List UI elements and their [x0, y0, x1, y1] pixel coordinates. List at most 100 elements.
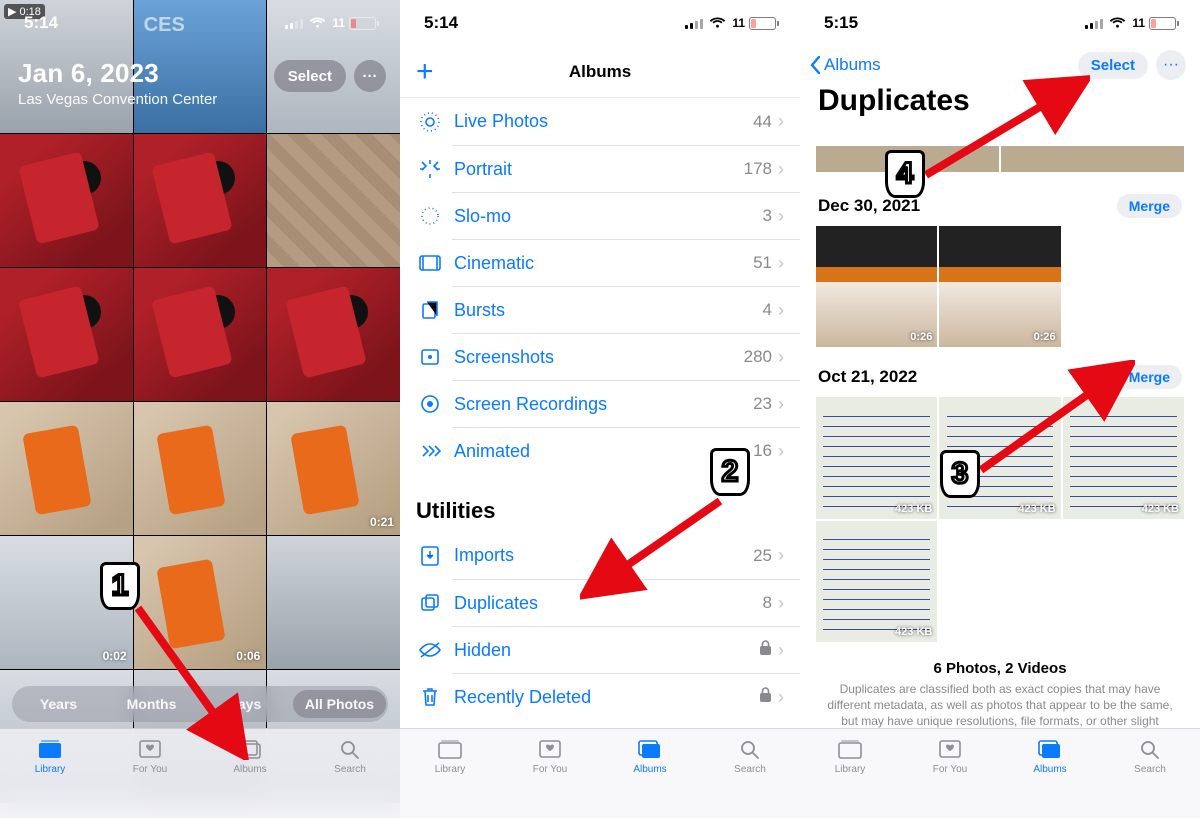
battery-percent: 11 [732, 16, 745, 30]
status-time: 5:15 [824, 13, 858, 33]
row-slomo[interactable]: Slo-mo3› [452, 192, 800, 239]
photo-thumbnail[interactable] [0, 268, 133, 401]
tab-bar: Library For You Albums Search [0, 728, 400, 818]
status-bar: 5:15 11 [800, 0, 1200, 46]
lock-icon [759, 640, 772, 661]
cellular-icon [685, 17, 703, 29]
utilities-header: Utilities [400, 474, 800, 532]
select-button[interactable]: Select [1078, 52, 1148, 79]
status-time: 5:14 [424, 13, 458, 33]
select-button[interactable]: Select [274, 60, 346, 92]
row-imports[interactable]: Imports25› [400, 532, 800, 579]
tab-bar: Library For You Albums Search [800, 728, 1200, 818]
duplicate-thumbnail[interactable]: 🎵 TikTok0:26 [816, 226, 937, 347]
row-animated[interactable]: Animated16› [452, 427, 800, 474]
row-recently-deleted[interactable]: Recently Deleted› [452, 673, 800, 720]
duplicate-thumbnail[interactable]: 423 KB [939, 397, 1060, 518]
photo-thumbnail[interactable] [134, 402, 267, 535]
more-button[interactable]: ··· [1156, 50, 1186, 80]
trash-icon [416, 686, 444, 708]
photo-thumbnail[interactable] [0, 402, 133, 535]
wifi-icon [309, 17, 326, 30]
tab-bar: Library For You Albums Search [400, 728, 800, 818]
photo-thumbnail[interactable] [134, 134, 267, 267]
row-live-photos[interactable]: Live Photos44› [400, 98, 800, 145]
tab-albums[interactable]: Albums [600, 737, 700, 818]
photo-thumbnail[interactable] [267, 268, 400, 401]
animated-icon [416, 440, 444, 462]
view-segmented-control[interactable]: Years Months Days All Photos [12, 686, 388, 722]
portrait-icon [416, 158, 444, 180]
photo-thumbnail[interactable] [267, 134, 400, 267]
segment-days[interactable]: Days [198, 690, 291, 718]
prev-group-peek [800, 146, 1200, 172]
tab-for-you[interactable]: For You [500, 737, 600, 818]
more-button[interactable]: ··· [354, 60, 386, 92]
photo-thumbnail[interactable] [0, 134, 133, 267]
status-time: 5:14 [24, 13, 58, 33]
merge-button[interactable]: Merge [1117, 194, 1182, 218]
screenshot-albums: 5:14 11 + Albums Live Photos44› Portrait… [400, 0, 800, 818]
nav-bar: + Albums [400, 46, 800, 98]
duplicate-thumbnail[interactable]: 423 KB [816, 397, 937, 518]
tab-for-you[interactable]: For You [100, 737, 200, 818]
imports-icon [416, 545, 444, 567]
lock-icon [759, 687, 772, 708]
status-bar: 5:14 11 [0, 0, 400, 46]
photo-thumbnail[interactable] [134, 268, 267, 401]
row-screen-recordings[interactable]: Screen Recordings23› [452, 380, 800, 427]
photo-thumbnail[interactable]: 0:02 [0, 536, 133, 669]
tab-library[interactable]: Library [0, 737, 100, 818]
segment-months[interactable]: Months [105, 690, 198, 718]
cellular-icon [285, 17, 303, 29]
row-screenshots[interactable]: Screenshots280› [452, 333, 800, 380]
tab-albums[interactable]: Albums [200, 737, 300, 818]
row-cinematic[interactable]: Cinematic51› [452, 239, 800, 286]
duplicate-thumbnail[interactable]: 423 KB [816, 521, 937, 642]
row-duplicates[interactable]: Duplicates8› [452, 579, 800, 626]
duplicate-thumbnail[interactable]: 423 KB [1063, 397, 1184, 518]
row-portrait[interactable]: Portrait178› [452, 145, 800, 192]
tab-search[interactable]: Search [1100, 737, 1200, 818]
tab-search[interactable]: Search [300, 737, 400, 818]
photo-thumbnail[interactable]: 0:06 [134, 536, 267, 669]
screenshots-icon [416, 346, 444, 368]
tiktok-badge: 🎵 TikTok [820, 272, 859, 283]
group-header: Dec 30, 2021 Merge [800, 176, 1200, 226]
wifi-icon [709, 17, 726, 30]
chevron-right-icon: › [778, 111, 784, 132]
battery-icon [349, 17, 376, 30]
tab-search[interactable]: Search [700, 737, 800, 818]
tab-for-you[interactable]: For You [900, 737, 1000, 818]
row-bursts[interactable]: Bursts4› [452, 286, 800, 333]
tab-library[interactable]: Library [800, 737, 900, 818]
tiktok-badge: 🎵 TikTok [943, 272, 982, 283]
cellular-icon [1085, 17, 1103, 29]
segment-all-photos[interactable]: All Photos [293, 690, 386, 718]
battery-icon [1149, 17, 1176, 30]
battery-percent: 11 [1132, 16, 1145, 30]
back-button[interactable]: Albums [808, 55, 881, 75]
photo-thumbnail[interactable] [267, 536, 400, 669]
photo-thumbnail[interactable]: 0:21 [267, 402, 400, 535]
merge-button[interactable]: Merge [1117, 365, 1182, 389]
live-photos-icon [416, 111, 444, 133]
page-subtitle: Las Vegas Convention Center [18, 91, 382, 108]
tab-albums[interactable]: Albums [1000, 737, 1100, 818]
duplicates-icon [416, 592, 444, 614]
row-hidden[interactable]: Hidden› [452, 626, 800, 673]
nav-title: Albums [569, 62, 631, 82]
wifi-icon [1109, 17, 1126, 30]
add-album-button[interactable]: + [416, 57, 434, 87]
segment-years[interactable]: Years [12, 690, 105, 718]
albums-list[interactable]: Live Photos44› Portrait178› Slo-mo3› Cin… [400, 98, 800, 728]
nav-bar: Albums Select ··· [800, 46, 1200, 80]
battery-icon [749, 17, 776, 30]
screenshot-library: 5:14 11 ▶ 0:18 0:21 0:02 0:06 Jan 6, 202… [0, 0, 400, 818]
tab-library[interactable]: Library [400, 737, 500, 818]
cinematic-icon [416, 253, 444, 273]
duplicates-body[interactable]: Dec 30, 2021 Merge 🎵 TikTok0:26 🎵 TikTok… [800, 146, 1200, 728]
duplicate-thumbnail[interactable]: 🎵 TikTok0:26 [939, 226, 1060, 347]
status-bar: 5:14 11 [400, 0, 800, 46]
page-title: Duplicates [800, 80, 1200, 126]
